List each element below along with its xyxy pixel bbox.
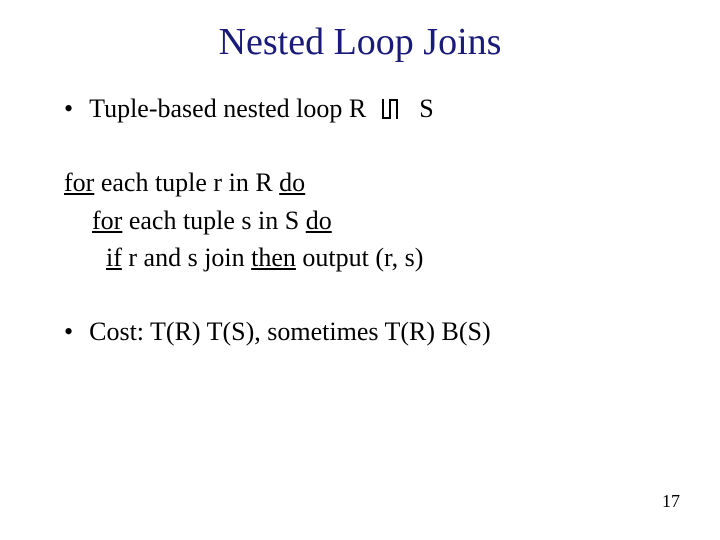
code-line2-mid: each tuple s in S: [122, 206, 305, 235]
code-line-2: for each tuple s in S do: [64, 202, 660, 240]
kw-do-1: do: [279, 168, 305, 197]
kw-for-2: for: [92, 206, 122, 235]
bullet-text-1: Tuple-based nested loop R S: [89, 94, 434, 124]
join-symbol-icon: [379, 99, 407, 119]
kw-then: then: [251, 243, 296, 272]
bullet1-suffix: S: [419, 94, 433, 123]
bullet-item-2: • Cost: T(R) T(S), sometimes T(R) B(S): [60, 317, 660, 347]
code-line-3: if r and s join then output (r, s): [64, 239, 660, 277]
code-line1-mid: each tuple r in R: [94, 168, 279, 197]
kw-do-2: do: [306, 206, 332, 235]
code-line3-mid2: output (r, s): [296, 243, 424, 272]
kw-if: if: [106, 243, 122, 272]
bullet1-prefix: Tuple-based nested loop R: [89, 94, 366, 123]
kw-for-1: for: [64, 168, 94, 197]
cost-text: Cost: T(R) T(S), sometimes T(R) B(S): [89, 317, 491, 347]
page-number: 17: [662, 491, 680, 512]
pseudocode-block: for each tuple r in R do for each tuple …: [64, 164, 660, 277]
bullet-item-1: • Tuple-based nested loop R S: [60, 94, 660, 124]
slide: Nested Loop Joins • Tuple-based nested l…: [0, 0, 720, 540]
bullet-dot-icon: •: [64, 94, 73, 124]
slide-title: Nested Loop Joins: [60, 20, 660, 64]
code-line-1: for each tuple r in R do: [64, 164, 660, 202]
code-line3-mid1: r and s join: [122, 243, 251, 272]
bullet-dot-icon: •: [64, 317, 73, 347]
